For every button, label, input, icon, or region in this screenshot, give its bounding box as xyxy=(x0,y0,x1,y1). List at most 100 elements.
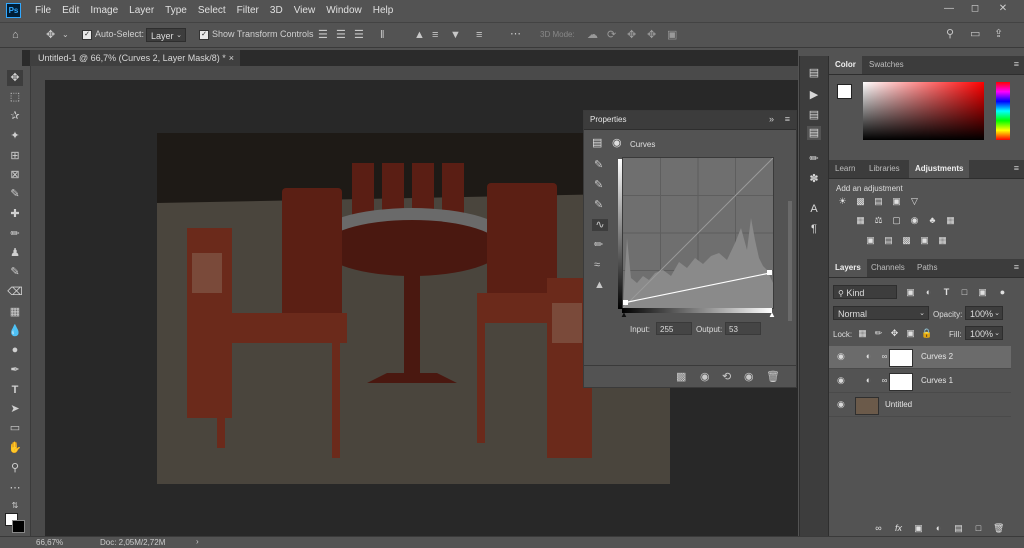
reset-icon[interactable]: ⟲ xyxy=(722,371,731,383)
visibility-icon[interactable]: ◉ xyxy=(744,371,754,383)
add-mask-icon[interactable]: ▣ xyxy=(913,523,924,534)
auto-warning-icon[interactable]: ▲ xyxy=(594,279,605,291)
menu-layer[interactable]: Layer xyxy=(129,5,154,16)
blend-mode-dropdown[interactable]: Normal ⌄ xyxy=(833,306,929,320)
new-adjustment-layer-icon[interactable]: ◐ xyxy=(933,523,944,534)
swap-colors-icon[interactable]: ⇅ xyxy=(7,498,23,514)
align-left-icon[interactable]: ☰ xyxy=(318,29,328,41)
layer-thumbnail[interactable] xyxy=(855,397,879,415)
visibility-eye-icon[interactable]: ◉ xyxy=(837,375,847,385)
vibrance-icon[interactable]: ▽ xyxy=(909,196,920,207)
draw-curve-icon[interactable]: ✏ xyxy=(594,239,603,251)
type-tool-icon[interactable]: T xyxy=(7,382,23,398)
chevron-down-icon[interactable]: ⌄ xyxy=(62,29,69,41)
clip-to-layer-icon[interactable]: ▩ xyxy=(676,371,686,383)
tab-layers[interactable]: Layers xyxy=(829,259,867,277)
layer-row[interactable]: ◉ Untitled xyxy=(829,394,1011,417)
tab-color[interactable]: Color xyxy=(829,56,862,74)
3d-orbit-icon[interactable]: ☁ xyxy=(587,29,598,41)
3d-camera-icon[interactable]: ▣ xyxy=(667,29,677,41)
color-picker-field[interactable] xyxy=(863,82,984,140)
align-middle-icon[interactable]: ≡ xyxy=(432,29,438,41)
marquee-tool-icon[interactable]: ⬚ xyxy=(7,89,23,105)
layer-name[interactable]: Untitled xyxy=(885,400,912,409)
background-color-swatch[interactable] xyxy=(12,520,25,533)
zoom-level[interactable]: 66,67% xyxy=(36,538,63,547)
properties-icon[interactable]: ▤ xyxy=(807,126,821,140)
libraries-icon[interactable]: ▤ xyxy=(807,108,821,122)
filter-adjustment-icon[interactable]: ◐ xyxy=(923,287,934,298)
minimize-icon[interactable]: — xyxy=(942,2,956,16)
channel-mixer-icon[interactable]: ♣ xyxy=(927,215,938,226)
white-slider-icon[interactable]: ▲ xyxy=(768,310,776,319)
layer-filter-dropdown[interactable]: ⚲ Kind xyxy=(833,285,897,299)
history-brush-tool-icon[interactable]: ✎ xyxy=(7,264,23,280)
hue-saturation-icon[interactable]: ▦ xyxy=(855,215,866,226)
brightness-contrast-icon[interactable]: ☀ xyxy=(837,196,848,207)
frame-tool-icon[interactable]: ⊠ xyxy=(7,167,23,183)
panel-menu-icon[interactable]: ≡ xyxy=(1014,59,1019,69)
output-field[interactable]: 53 xyxy=(725,322,761,335)
visibility-eye-icon[interactable]: ◉ xyxy=(837,351,847,361)
move-tool-icon[interactable]: ✥ xyxy=(7,70,23,86)
search-icon[interactable]: ⚲ xyxy=(946,28,954,40)
paragraph-icon[interactable]: ¶ xyxy=(807,222,821,236)
menu-help[interactable]: Help xyxy=(373,5,394,16)
sample-black-point-icon[interactable]: ✎ xyxy=(594,159,603,171)
selective-color-icon[interactable]: ▣ xyxy=(919,235,930,246)
layer-name[interactable]: Curves 2 xyxy=(921,352,953,361)
actions-icon[interactable]: ▶ xyxy=(807,88,821,102)
layer-style-icon[interactable]: fx xyxy=(893,523,904,534)
input-field[interactable]: 255 xyxy=(656,322,692,335)
tab-channels[interactable]: Channels xyxy=(865,259,911,277)
tab-libraries[interactable]: Libraries xyxy=(863,160,906,178)
visibility-eye-icon[interactable]: ◉ xyxy=(837,399,847,409)
brush-tool-icon[interactable]: ✏ xyxy=(7,226,23,242)
document-tab[interactable]: Untitled-1 @ 66,7% (Curves 2, Layer Mask… xyxy=(30,50,240,66)
clone-stamp-tool-icon[interactable]: ♟ xyxy=(7,245,23,261)
menu-type[interactable]: Type xyxy=(165,5,187,16)
path-selection-tool-icon[interactable]: ➤ xyxy=(7,401,23,417)
share-icon[interactable]: ⇪ xyxy=(994,28,1003,40)
crop-tool-icon[interactable]: ⊞ xyxy=(7,148,23,164)
menu-edit[interactable]: Edit xyxy=(62,5,79,16)
posterize-icon[interactable]: ▤ xyxy=(883,235,894,246)
panel-menu-icon[interactable]: ≡ xyxy=(1014,163,1019,173)
menu-image[interactable]: Image xyxy=(90,5,118,16)
sample-white-point-icon[interactable]: ✎ xyxy=(594,199,603,211)
menu-window[interactable]: Window xyxy=(326,5,362,16)
eyedropper-tool-icon[interactable]: ✎ xyxy=(7,186,23,202)
layer-row[interactable]: ◉ ◐ ∞ Curves 2 xyxy=(829,346,1011,369)
lock-position-icon[interactable]: ✥ xyxy=(889,328,900,339)
tab-adjustments[interactable]: Adjustments xyxy=(909,160,970,178)
align-top-icon[interactable]: ▲ xyxy=(414,29,425,41)
filter-type-icon[interactable]: T xyxy=(941,287,952,298)
lock-image-icon[interactable]: ✏ xyxy=(873,328,884,339)
menu-select[interactable]: Select xyxy=(198,5,226,16)
layer-mask-icon[interactable]: ◉ xyxy=(612,137,622,149)
auto-select-checkbox[interactable]: ✓ Auto-Select: xyxy=(82,29,144,40)
color-balance-icon[interactable]: ⚖ xyxy=(873,215,884,226)
show-transform-checkbox[interactable]: ✓ Show Transform Controls xyxy=(199,29,314,40)
align-bottom-icon[interactable]: ▼ xyxy=(450,29,461,41)
menu-3d[interactable]: 3D xyxy=(270,5,283,16)
panel-menu-icon[interactable]: ≡ xyxy=(785,114,790,124)
new-group-icon[interactable]: ▤ xyxy=(953,523,964,534)
magic-wand-tool-icon[interactable]: ✦ xyxy=(7,128,23,144)
3d-roll-icon[interactable]: ⟳ xyxy=(607,29,616,41)
color-lookup-icon[interactable]: ▦ xyxy=(945,215,956,226)
link-layers-icon[interactable]: ∞ xyxy=(873,523,884,534)
move-tool-icon[interactable]: ✥ xyxy=(46,29,55,41)
lock-all-icon[interactable]: 🔒 xyxy=(921,328,932,339)
close-tab-icon[interactable]: × xyxy=(229,50,234,66)
align-right-icon[interactable]: ☰ xyxy=(354,29,364,41)
tab-learn[interactable]: Learn xyxy=(829,160,861,178)
gradient-tool-icon[interactable]: ▦ xyxy=(7,304,23,320)
3d-slide-icon[interactable]: ✥ xyxy=(647,29,656,41)
photo-filter-icon[interactable]: ◉ xyxy=(909,215,920,226)
brush-settings-icon[interactable]: ✏ xyxy=(807,152,821,166)
lasso-tool-icon[interactable]: ✰ xyxy=(7,108,23,124)
menu-view[interactable]: View xyxy=(294,5,316,16)
history-icon[interactable]: ▤ xyxy=(807,66,821,80)
dodge-tool-icon[interactable]: ● xyxy=(7,342,23,358)
